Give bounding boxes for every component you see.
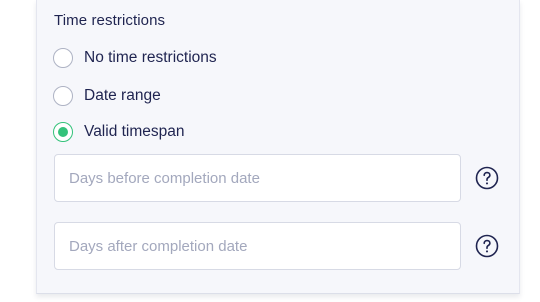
radio-label-date-range: Date range <box>84 87 161 104</box>
radio-button-checked[interactable] <box>53 122 73 142</box>
radio-option-date-range[interactable]: Date range <box>53 84 161 108</box>
section-title: Time restrictions <box>54 12 166 29</box>
radio-label-valid-timespan: Valid timespan <box>84 123 185 140</box>
radio-button-unchecked[interactable] <box>53 48 73 68</box>
radio-option-no-time-restrictions[interactable]: No time restrictions <box>53 46 217 70</box>
question-circle-icon[interactable] <box>475 234 499 258</box>
question-circle-icon[interactable] <box>475 166 499 190</box>
time-restrictions-panel: Time restrictions No time restrictions D… <box>36 0 520 294</box>
radio-option-valid-timespan[interactable]: Valid timespan <box>53 120 185 144</box>
radio-button-unchecked[interactable] <box>53 86 73 106</box>
radio-selected-dot <box>58 127 68 137</box>
days-after-completion-input[interactable] <box>54 222 461 270</box>
radio-label-no-time-restrictions: No time restrictions <box>84 49 217 66</box>
days-before-completion-input[interactable] <box>54 154 461 202</box>
